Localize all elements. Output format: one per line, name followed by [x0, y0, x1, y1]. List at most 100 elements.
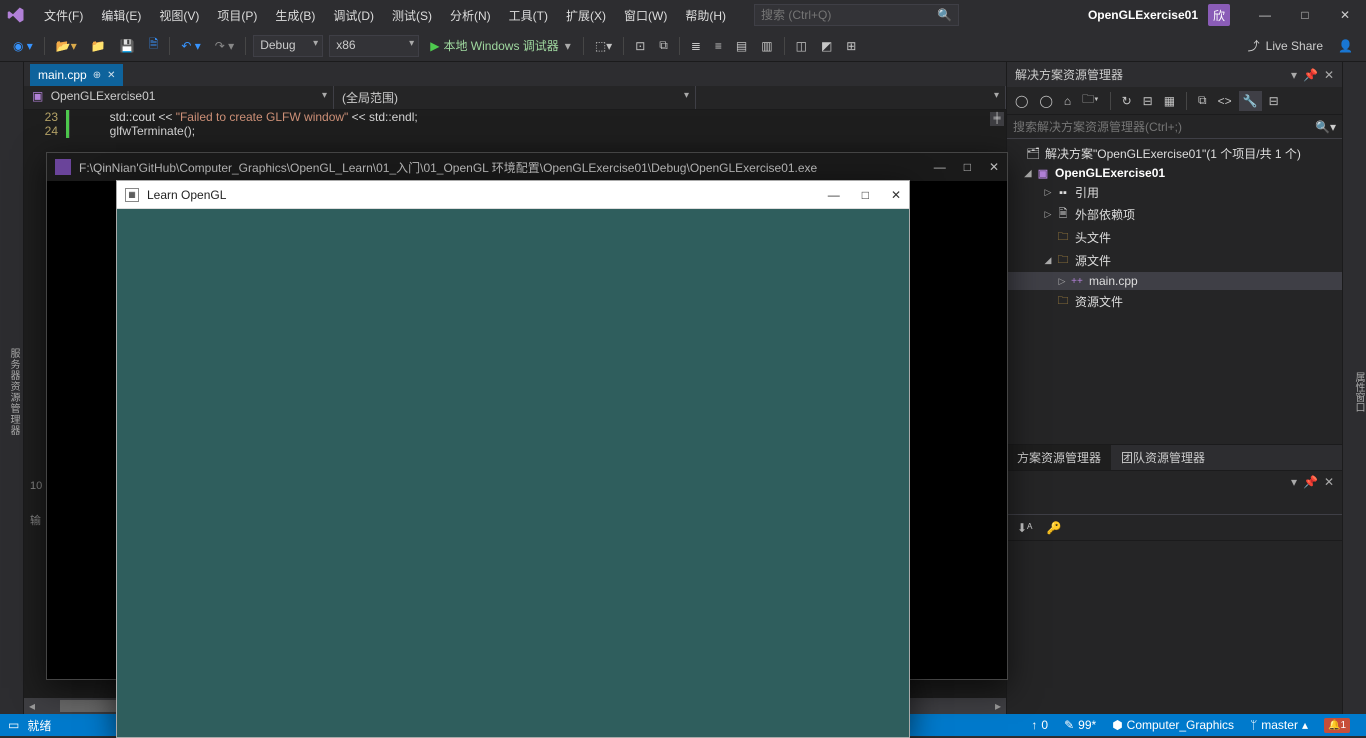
outdent-button[interactable]: ≡	[709, 35, 728, 57]
menu-project[interactable]: 项目(P)	[209, 3, 265, 28]
key-icon[interactable]: 🔑	[1043, 518, 1066, 538]
maximize-button[interactable]: □	[1290, 3, 1320, 27]
menu-help[interactable]: 帮助(H)	[677, 3, 734, 28]
back-nav-button[interactable]: ◉ ▾	[7, 35, 39, 57]
feedback-button[interactable]: 👤	[1332, 35, 1359, 57]
menu-build[interactable]: 生成(B)	[267, 3, 323, 28]
panel-dropdown-icon[interactable]: ▾	[1291, 68, 1297, 82]
save-all-button[interactable]: 🗎	[143, 31, 165, 60]
open-button[interactable]: 📁	[85, 35, 112, 57]
console-minimize[interactable]: ―	[934, 160, 946, 174]
comment-button[interactable]: ▤	[730, 35, 753, 57]
menu-edit[interactable]: 编辑(E)	[93, 3, 149, 28]
status-changes[interactable]: ✎ 99*	[1056, 718, 1104, 733]
undo-button[interactable]: ↶ ▾	[175, 35, 206, 57]
panel-close-icon[interactable]: ✕	[1324, 475, 1334, 489]
tree-references[interactable]: ▷ ▪▪ 引用	[1007, 182, 1342, 203]
status-repo[interactable]: ⬢ Computer_Graphics	[1104, 718, 1242, 733]
se-diff-icon[interactable]: ⊟	[1265, 91, 1283, 111]
tree-project[interactable]: ◢ ▣ OpenGLExercise01	[1007, 164, 1342, 182]
console-maximize[interactable]: □	[964, 160, 971, 174]
gl-minimize[interactable]: ―	[828, 188, 840, 202]
status-notifications[interactable]: 🔔1	[1316, 718, 1358, 733]
prop-select[interactable]	[1007, 493, 1342, 515]
tb-icon-5[interactable]: ⊞	[840, 35, 862, 57]
categorize-icon[interactable]: ⬇ᴬ	[1013, 518, 1037, 538]
se-fwd-icon[interactable]: ◯	[1035, 91, 1056, 111]
solution-search[interactable]: 🔍▾	[1007, 115, 1342, 139]
menu-analyze[interactable]: 分析(N)	[442, 3, 499, 28]
tree-solution-root[interactable]: 🗂 解决方案"OpenGLExercise01"(1 个项目/共 1 个)	[1007, 143, 1342, 164]
user-avatar[interactable]: 欣	[1208, 4, 1230, 26]
tree-external-deps[interactable]: ▷ 🗎 外部依赖项	[1007, 203, 1342, 226]
server-explorer-tab[interactable]: 服务器资源管理器	[4, 344, 23, 440]
menu-test[interactable]: 测试(S)	[384, 3, 440, 28]
tree-headers[interactable]: 🗀 头文件	[1007, 226, 1342, 249]
editor-tab-main[interactable]: main.cpp ⊕ ✕	[30, 64, 123, 86]
tb-icon-2[interactable]: ⊡	[629, 35, 651, 57]
menu-extensions[interactable]: 扩展(X)	[558, 3, 614, 28]
global-search[interactable]: 🔍	[754, 4, 959, 26]
se-sync-icon[interactable]: ↻	[1118, 91, 1136, 111]
gl-maximize[interactable]: □	[862, 188, 869, 202]
gl-close[interactable]: ✕	[891, 188, 901, 202]
tb-icon-3[interactable]: ⧉	[653, 34, 674, 57]
status-icon: ▭	[8, 718, 19, 732]
context-project-select[interactable]: ▣ OpenGLExercise01	[24, 86, 334, 109]
se-view-icon[interactable]: <>	[1214, 91, 1236, 111]
console-icon	[55, 159, 71, 175]
console-titlebar[interactable]: F:\QinNian'GitHub\Computer_Graphics\Open…	[47, 153, 1007, 181]
status-publish[interactable]: ↑ 0	[1023, 718, 1056, 733]
context-member-select[interactable]	[696, 86, 1006, 109]
context-scope-select[interactable]: (全局范围)	[334, 86, 696, 109]
panel-dropdown-icon[interactable]: ▾	[1291, 475, 1297, 489]
tb-icon-4[interactable]: ◩	[815, 35, 838, 57]
tree-main-cpp[interactable]: ▷ ++ main.cpp	[1007, 272, 1342, 290]
solution-search-input[interactable]	[1013, 120, 1315, 134]
save-button[interactable]: 💾	[114, 35, 141, 57]
close-tab-icon[interactable]: ✕	[107, 70, 115, 81]
tab-team-explorer[interactable]: 团队资源管理器	[1111, 445, 1215, 470]
panel-pin-icon[interactable]: 📌	[1303, 68, 1318, 82]
split-icon[interactable]: ╪	[990, 112, 1004, 126]
panel-pin-icon[interactable]: 📌	[1303, 475, 1318, 489]
uncomment-button[interactable]: ▥	[755, 35, 778, 57]
se-prop-icon[interactable]: ⧉	[1194, 90, 1211, 111]
tree-sources[interactable]: ◢ 🗀 源文件	[1007, 249, 1342, 272]
run-debug-button[interactable]: ▶ 本地 Windows 调试器 ▾	[422, 34, 579, 57]
se-collapse-icon[interactable]: ⊟	[1139, 91, 1157, 111]
se-back-icon[interactable]: ◯	[1011, 91, 1032, 111]
platform-select[interactable]: x86	[329, 35, 419, 57]
panel-close-icon[interactable]: ✕	[1324, 68, 1334, 82]
se-wrench-icon[interactable]: 🔧	[1239, 91, 1262, 111]
tree-resources[interactable]: 🗀 资源文件	[1007, 290, 1342, 313]
close-button[interactable]: ✕	[1330, 3, 1360, 27]
se-sol-icon[interactable]: 🗀▾	[1078, 87, 1102, 114]
gl-titlebar[interactable]: ▦ Learn OpenGL ― □ ✕	[117, 181, 909, 209]
live-share-button[interactable]: ⤴ Live Share	[1240, 33, 1331, 58]
new-project-button[interactable]: 📂▾	[50, 35, 83, 57]
indent-button[interactable]: ≣	[685, 35, 707, 57]
se-showall-icon[interactable]: ▦	[1160, 91, 1179, 111]
properties-window-tab[interactable]: 属性窗口	[1351, 372, 1366, 412]
scroll-left-icon[interactable]: ◂	[24, 699, 40, 713]
config-select[interactable]: Debug	[253, 35, 323, 57]
menu-window[interactable]: 窗口(W)	[616, 3, 675, 28]
scroll-right-icon[interactable]: ▸	[990, 699, 1006, 713]
status-branch[interactable]: ᛘ master ▴	[1242, 718, 1316, 733]
opengl-window[interactable]: ▦ Learn OpenGL ― □ ✕	[116, 180, 910, 738]
pin-icon[interactable]: ⊕	[93, 70, 101, 81]
se-home-icon[interactable]: ⌂	[1060, 91, 1075, 111]
tab-solution-explorer[interactable]: 方案资源管理器	[1007, 445, 1111, 470]
menu-tools[interactable]: 工具(T)	[501, 3, 556, 28]
scroll-thumb[interactable]	[60, 700, 120, 712]
menu-debug[interactable]: 调试(D)	[325, 3, 382, 28]
global-search-input[interactable]	[761, 8, 937, 22]
minimize-button[interactable]: ―	[1250, 3, 1280, 27]
menu-file[interactable]: 文件(F)	[36, 3, 91, 28]
tb-icon-1[interactable]: ⬚▾	[589, 35, 618, 57]
menu-view[interactable]: 视图(V)	[151, 3, 207, 28]
bookmark-button[interactable]: ◫	[790, 35, 813, 57]
console-close[interactable]: ✕	[989, 160, 999, 174]
redo-button[interactable]: ↷ ▾	[209, 35, 240, 57]
